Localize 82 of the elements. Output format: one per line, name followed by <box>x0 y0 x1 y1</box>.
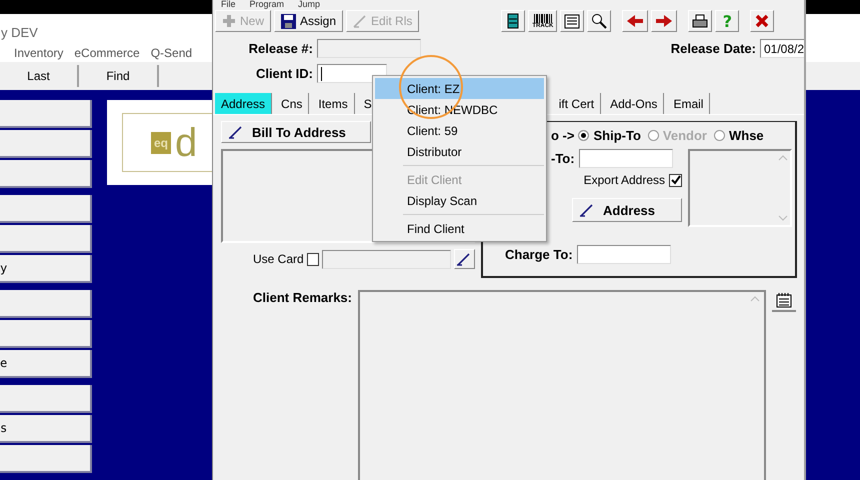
screen-top-strip <box>806 0 860 14</box>
pen-icon <box>579 203 595 217</box>
checkbox[interactable] <box>306 252 320 266</box>
ship-to-field[interactable] <box>578 149 673 168</box>
toolbar-icon-button[interactable] <box>622 10 648 32</box>
nav-button[interactable] <box>0 290 92 318</box>
menu-item[interactable]: Find Client <box>375 218 544 239</box>
toolbar-icon-button[interactable] <box>501 10 526 32</box>
right-arrow-icon <box>655 14 674 28</box>
checkbox-label: Use Card <box>253 252 304 266</box>
radio-group-label: o -> <box>551 128 574 143</box>
radio-button[interactable] <box>714 130 725 141</box>
release-field[interactable] <box>317 39 421 58</box>
menu-item[interactable]: File <box>221 0 236 9</box>
magnifier-icon <box>591 13 608 29</box>
nav-button[interactable]: e <box>0 350 92 378</box>
nav-button[interactable] <box>0 130 92 158</box>
notepad-icon <box>776 292 792 308</box>
toolbar-icon-button[interactable] <box>688 10 712 32</box>
edit-button[interactable] <box>454 249 475 269</box>
nav-button[interactable] <box>0 320 92 348</box>
nav-button[interactable] <box>0 225 92 253</box>
toolbar-icon-button[interactable] <box>750 10 774 32</box>
logo-badge: eq <box>151 132 172 154</box>
nav-button[interactable] <box>0 385 92 413</box>
plus-icon <box>222 14 236 28</box>
field-label: Release Date: <box>670 41 756 56</box>
address-list-box[interactable] <box>688 149 792 227</box>
pen-icon <box>456 252 472 266</box>
title-bar-background <box>806 14 860 62</box>
toolbar-icon-button[interactable] <box>587 10 612 32</box>
field-label: Release #: <box>248 41 313 56</box>
toolbar-button[interactable]: Assign <box>274 10 344 32</box>
scroll-up-icon[interactable] <box>778 155 788 161</box>
nav-button[interactable] <box>0 160 92 188</box>
field-label: -To: <box>551 151 575 166</box>
menu-item[interactable]: Program <box>250 0 284 9</box>
radio-option[interactable]: Ship-To <box>578 128 641 143</box>
pen-icon <box>353 14 368 28</box>
menu-item[interactable]: Display Scan <box>375 190 544 211</box>
cabinet-icon <box>507 13 520 29</box>
tab[interactable]: Address <box>215 93 272 114</box>
client-id-field[interactable] <box>317 64 387 83</box>
toolbar-icon-button[interactable] <box>651 10 678 32</box>
nav-button[interactable] <box>0 100 92 128</box>
pen-icon <box>228 125 244 139</box>
menu-item[interactable]: Distributor <box>375 141 544 162</box>
printer-icon <box>692 14 708 28</box>
scroll-down-icon[interactable] <box>778 215 788 221</box>
field-label: Charge To: <box>505 247 573 262</box>
nav-button[interactable]: y <box>0 255 92 283</box>
close-icon <box>755 14 770 28</box>
nav-button[interactable] <box>0 445 92 473</box>
nav-button[interactable]: s <box>0 415 92 443</box>
remarks-text-area[interactable] <box>358 290 766 480</box>
nav-button[interactable] <box>0 195 92 223</box>
toolbar-button[interactable]: Last <box>0 65 79 87</box>
bill-to-address-button[interactable]: Bill To Address <box>221 121 371 143</box>
window-title: y DEV <box>1 25 38 40</box>
checkbox-label: Export Address <box>584 173 665 187</box>
help-icon: ? <box>722 12 732 30</box>
menu-item[interactable]: eCommerce <box>74 46 140 60</box>
toolbar-button[interactable]: Find <box>79 65 159 87</box>
menu-item[interactable]: Inventory <box>14 46 64 60</box>
scroll-up-icon[interactable] <box>750 296 760 302</box>
date-field[interactable]: 01/08/2 <box>760 39 804 58</box>
field-label: Client Remarks: <box>253 290 352 307</box>
menu-item[interactable]: Client: 59 <box>375 120 544 141</box>
menu-item[interactable]: Client: EZ <box>375 78 544 99</box>
logo-text: d <box>175 122 198 162</box>
address-button[interactable]: Address <box>572 198 682 222</box>
left-arrow-icon <box>626 14 644 28</box>
radio-option[interactable]: Whse <box>714 128 764 143</box>
document-icon <box>564 14 580 28</box>
field-label: Client ID: <box>254 66 313 81</box>
checkbox[interactable] <box>669 174 682 186</box>
radio-button[interactable] <box>578 130 590 141</box>
card-field[interactable] <box>322 250 451 268</box>
charge-to-field[interactable] <box>576 245 671 264</box>
menu-item[interactable]: Q-Send <box>150 46 192 60</box>
menu-item[interactable]: Jump <box>298 0 320 9</box>
toolbar-icon-button[interactable] <box>560 10 584 32</box>
